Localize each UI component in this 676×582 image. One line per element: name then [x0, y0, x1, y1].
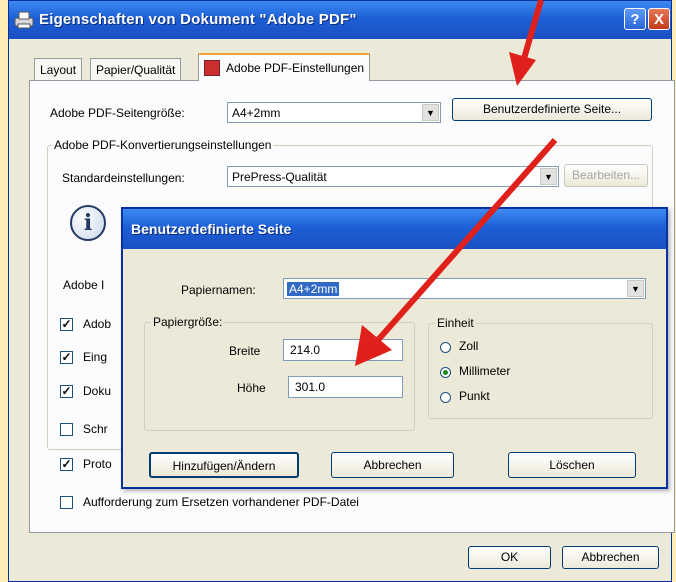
standard-settings-label: Standardeinstellungen: [62, 171, 185, 185]
edit-button[interactable]: Bearbeiten... [564, 164, 648, 187]
standard-settings-select[interactable]: PrePress-Qualität ▼ [227, 166, 559, 187]
paper-size-group-title: Papiergröße: [151, 315, 225, 329]
page-size-select[interactable]: A4+2mm ▼ [227, 102, 441, 123]
dialog-title: Benutzerdefinierte Seite [131, 221, 292, 237]
tab-adobe-pdf-settings[interactable]: Adobe PDF-Einstellungen [198, 53, 371, 81]
dialog-titlebar[interactable]: Benutzerdefinierte Seite [123, 209, 666, 249]
cancel-button[interactable]: Abbrechen [562, 546, 659, 569]
add-change-button[interactable]: Hinzufügen/Ändern [149, 452, 299, 478]
tab-paper-quality[interactable]: Papier/Qualität [90, 58, 182, 80]
window-titlebar[interactable]: Eigenschaften von Dokument "Adobe PDF" ?… [9, 1, 671, 39]
unit-radio-punkt[interactable] [440, 392, 451, 403]
close-button[interactable]: X [648, 8, 670, 30]
unit-label-zoll: Zoll [459, 339, 479, 353]
paper-name-value: A4+2mm [287, 282, 340, 296]
checkbox[interactable]: ✓ [60, 351, 73, 364]
chevron-down-icon: ▼ [627, 280, 644, 297]
replace-checkbox-label: Aufforderung zum Ersetzen vorhandener PD… [83, 495, 359, 509]
paper-name-select[interactable]: A4+2mm ▼ [283, 278, 646, 299]
standard-settings-value: PrePress-Qualität [232, 170, 327, 184]
adobe-settings-label: Adobe I [63, 278, 105, 292]
unit-radio-millimeter[interactable] [440, 367, 451, 378]
checkbox-label: Doku [83, 384, 112, 398]
checkbox[interactable]: ✓ [60, 318, 73, 331]
unit-radio-zoll[interactable] [440, 342, 451, 353]
tab-label: Adobe PDF-Einstellungen [226, 61, 365, 75]
custom-page-dialog: Benutzerdefinierte Seite Papiernamen: A4… [121, 207, 668, 489]
chevron-down-icon: ▼ [422, 104, 439, 121]
unit-label-punkt: Punkt [459, 389, 490, 403]
checkbox-label: Proto [83, 457, 112, 471]
unit-label-millimeter: Millimeter [459, 364, 511, 378]
width-label: Breite [229, 344, 261, 358]
chevron-down-icon: ▼ [540, 168, 557, 185]
page-size-label: Adobe PDF-Seitengröße: [50, 106, 185, 120]
checkbox-label: Eing [83, 350, 108, 364]
checkbox[interactable] [60, 423, 73, 436]
width-input[interactable]: 214.0 [283, 339, 403, 361]
dialog-cancel-button[interactable]: Abbrechen [331, 452, 454, 478]
ok-button[interactable]: OK [468, 546, 551, 569]
replace-checkbox[interactable] [60, 496, 73, 509]
help-button[interactable]: ? [624, 8, 646, 30]
page-size-value: A4+2mm [232, 106, 281, 120]
checkbox[interactable]: ✓ [60, 385, 73, 398]
adobe-pdf-icon [204, 59, 220, 76]
window-title: Eigenschaften von Dokument "Adobe PDF" [39, 11, 357, 28]
unit-group-title: Einheit [435, 316, 476, 330]
checkbox-label: Adob [83, 317, 112, 331]
height-label: Höhe [237, 381, 266, 395]
height-input[interactable]: 301.0 [288, 376, 403, 398]
tab-layout[interactable]: Layout [34, 58, 83, 80]
printer-icon [14, 11, 34, 29]
conversion-group-title: Adobe PDF-Konvertierungseinstellungen [52, 138, 274, 152]
custom-page-button[interactable]: Benutzerdefinierte Seite... [452, 98, 652, 121]
paper-name-label: Papiernamen: [181, 283, 256, 297]
delete-button[interactable]: Löschen [508, 452, 636, 478]
checkbox[interactable]: ✓ [60, 458, 73, 471]
checkbox-label: Schr [83, 422, 108, 436]
info-icon: i [70, 205, 106, 241]
